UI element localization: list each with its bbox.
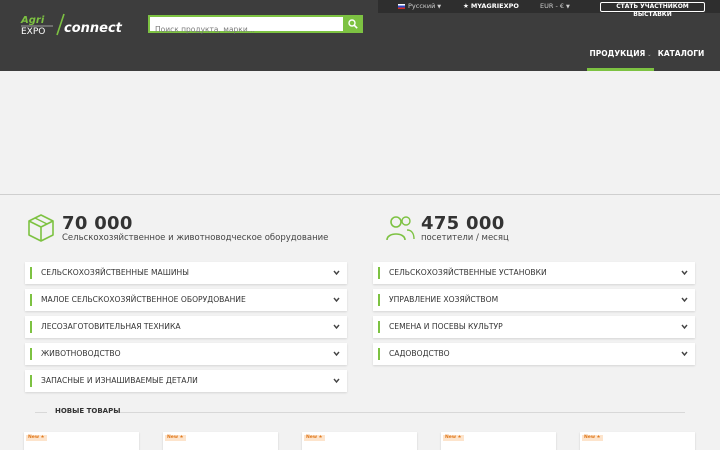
agriexpo-connect-logo[interactable]: Agri EXPO connect [20,13,130,37]
become-exhibitor-button[interactable]: СТАТЬ УЧАСТНИКОМ ВЫСТАВКИ [600,2,705,18]
search-icon [348,19,358,29]
chevron-down-icon [333,270,340,276]
new-badge: New ★ [304,435,325,441]
product-card[interactable]: New ★ [441,432,556,450]
chevron-down-icon [681,270,688,276]
category-label: МАЛОЕ СЕЛЬСКОХОЗЯЙСТВЕННОЕ ОБОРУДОВАНИЕ [41,295,246,304]
search-button[interactable] [343,15,363,33]
product-card[interactable]: New ★ [24,432,139,450]
category-row[interactable]: САДОВОДСТВО [373,343,695,365]
chevron-down-icon: ⌄ [647,52,652,58]
category-label: ЛЕСОЗАГОТОВИТЕЛЬНАЯ ТЕХНИКА [41,322,181,331]
chevron-down-icon [681,324,688,330]
site-header: Русский ▼ ★ MYAGRIEXPO EUR - € ▼ СТАТЬ УЧАС… [0,0,720,71]
chevron-down-icon [681,297,688,303]
search-input[interactable] [150,22,343,37]
russian-flag-icon [398,3,405,9]
category-row[interactable]: ЖИВОТНОВОДСТВО [25,343,347,365]
caret-down-icon: ▼ [566,4,570,10]
nav-catalogs[interactable]: КАТАЛОГИ [656,45,706,71]
category-label: САДОВОДСТВО [389,349,450,358]
accent-bar [30,267,32,279]
chevron-down-icon [333,351,340,357]
accent-bar [378,267,380,279]
svg-text:connect: connect [64,21,123,36]
box-icon [28,214,54,242]
category-row[interactable]: СЕЛЬСКОХОЗЯЙСТВЕННЫЕ УСТАНОВКИ [373,262,695,284]
category-row[interactable]: МАЛОЕ СЕЛЬСКОХОЗЯЙСТВЕННОЕ ОБОРУДОВАНИЕ [25,289,347,311]
nav-products[interactable]: ПРОДУКЦИЯ ⌄ [587,45,654,71]
chevron-down-icon [681,351,688,357]
users-icon [386,216,415,241]
stat-visitors-label: посетители / месяц [421,233,509,243]
stat-products-number: 70 000 [62,213,133,234]
divider [120,412,685,413]
star-icon: ★ [463,2,469,10]
accent-bar [30,294,32,306]
svg-text:Agri: Agri [20,15,45,26]
category-label: ЗАПАСНЫЕ И ИЗНАШИВАЕМЫЕ ДЕТАЛИ [41,376,198,385]
accent-bar [30,348,32,360]
category-label: СЕМЕНА И ПОСЕВЫ КУЛЬТУР [389,322,503,331]
category-label: СЕЛЬСКОХОЗЯЙСТВЕННЫЕ МАШИНЫ [41,268,189,277]
accent-bar [30,375,32,387]
accent-bar [378,348,380,360]
category-row[interactable]: ЗАПАСНЫЕ И ИЗНАШИВАЕМЫЕ ДЕТАЛИ [25,370,347,392]
new-badge: New ★ [443,435,464,441]
category-row[interactable]: ЛЕСОЗАГОТОВИТЕЛЬНАЯ ТЕХНИКА [25,316,347,338]
stat-visitors-number: 475 000 [421,213,505,234]
accent-bar [378,294,380,306]
product-card[interactable]: New ★ [163,432,278,450]
category-label: УПРАВЛЕНИЕ ХОЗЯЙСТВОМ [389,295,499,304]
category-row[interactable]: СЕМЕНА И ПОСЕВЫ КУЛЬТУР [373,316,695,338]
product-card[interactable]: New ★ [580,432,695,450]
category-row[interactable]: УПРАВЛЕНИЕ ХОЗЯЙСТВОМ [373,289,695,311]
category-row[interactable]: СЕЛЬСКОХОЗЯЙСТВЕННЫЕ МАШИНЫ [25,262,347,284]
new-badge: New ★ [26,435,47,441]
banner-area [0,71,720,195]
my-account-link[interactable]: ★ MYAGRIEXPO [463,0,519,13]
chevron-down-icon [333,324,340,330]
currency-selector[interactable]: EUR - € ▼ [540,0,570,13]
accent-bar [378,321,380,333]
product-card[interactable]: New ★ [302,432,417,450]
chevron-down-icon [333,297,340,303]
language-selector[interactable]: Русский ▼ [398,0,441,13]
new-badge: New ★ [582,435,603,441]
chevron-down-icon [333,378,340,384]
caret-down-icon: ▼ [437,4,442,10]
stat-products-label: Сельскохозяйственное и животноводческое … [62,233,329,243]
new-products-title: НОВЫЕ ТОВАРЫ [55,407,121,415]
new-badge: New ★ [165,435,186,441]
category-label: ЖИВОТНОВОДСТВО [41,349,121,358]
svg-text:EXPO: EXPO [21,27,45,37]
accent-bar [30,321,32,333]
divider [35,412,47,413]
search-field[interactable] [148,15,343,37]
category-label: СЕЛЬСКОХОЗЯЙСТВЕННЫЕ УСТАНОВКИ [389,268,547,277]
